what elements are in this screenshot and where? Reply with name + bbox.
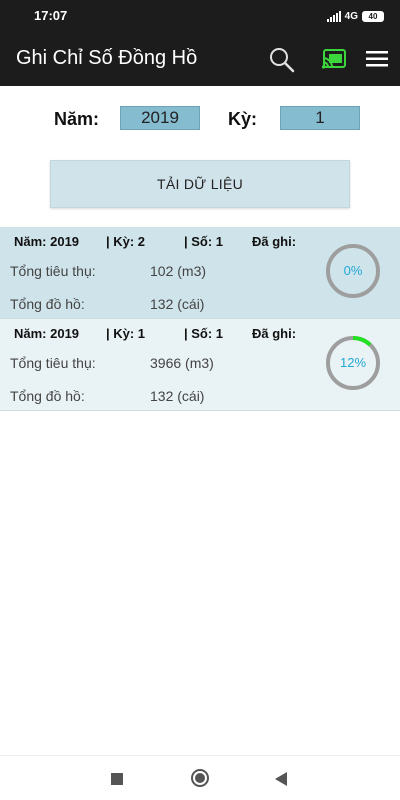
app-title: Ghi Chỉ Số Đồng Hồ <box>16 47 198 69</box>
recents-icon[interactable] <box>111 773 123 785</box>
consumption-value: 3966 (m3) <box>150 355 214 371</box>
home-icon[interactable] <box>191 769 209 787</box>
consumption-label: Tổng tiêu thụ: <box>10 355 96 371</box>
app-bar: Ghi Chỉ Số Đồng Hồ <box>0 30 400 86</box>
meters-value: 132 (cái) <box>150 388 205 404</box>
meters-label: Tổng đồ hồ: <box>10 388 85 404</box>
record-book: | Số: 1 <box>184 234 224 249</box>
cast-icon[interactable] <box>321 48 347 70</box>
meters-value: 132 (cái) <box>150 296 205 312</box>
record-item[interactable]: Năm: 2019 | Kỳ: 1 | Số: 1 Đã ghi: Tổng t… <box>0 319 400 411</box>
record-recorded-label: Đã ghi: <box>252 234 297 249</box>
year-label: Năm: <box>54 109 100 129</box>
system-nav-bar <box>0 755 400 800</box>
record-book: | Số: 1 <box>184 326 224 341</box>
period-input[interactable]: 1 <box>280 106 360 130</box>
consumption-label: Tổng tiêu thụ: <box>10 263 96 279</box>
record-item[interactable]: Năm: 2019 | Kỳ: 2 | Số: 1 Đã ghi: Tổng t… <box>0 227 400 319</box>
progress-text: 0% <box>343 263 363 278</box>
progress-ring: 12% <box>325 335 381 391</box>
progress-ring: 0% <box>325 243 381 299</box>
network-type: 4G <box>344 10 358 22</box>
battery-icon: 40 <box>362 10 384 22</box>
record-recorded-label: Đã ghi: <box>252 326 297 341</box>
record-year: Năm: 2019 <box>14 234 80 249</box>
record-year: Năm: 2019 <box>14 326 80 341</box>
meters-label: Tổng đồ hồ: <box>10 296 85 312</box>
back-icon[interactable] <box>275 772 287 786</box>
status-time: 17:07 <box>34 8 68 23</box>
progress-text: 12% <box>339 355 367 370</box>
menu-icon[interactable] <box>366 50 388 68</box>
period-label: Kỳ: <box>228 109 258 129</box>
load-data-button[interactable]: TẢI DỮ LIỆU <box>50 160 350 208</box>
consumption-value: 102 (m3) <box>150 263 207 279</box>
record-period: | Kỳ: 1 <box>106 326 146 341</box>
year-input[interactable]: 2019 <box>120 106 200 130</box>
search-icon[interactable] <box>268 46 296 74</box>
signal-icon <box>326 10 341 22</box>
status-icons: 4G 40 <box>326 9 384 23</box>
filter-row: Năm: 2019 Kỳ: 1 <box>0 86 400 150</box>
status-bar: 17:07 4G 40 <box>0 0 400 30</box>
record-period: | Kỳ: 2 <box>106 234 146 249</box>
